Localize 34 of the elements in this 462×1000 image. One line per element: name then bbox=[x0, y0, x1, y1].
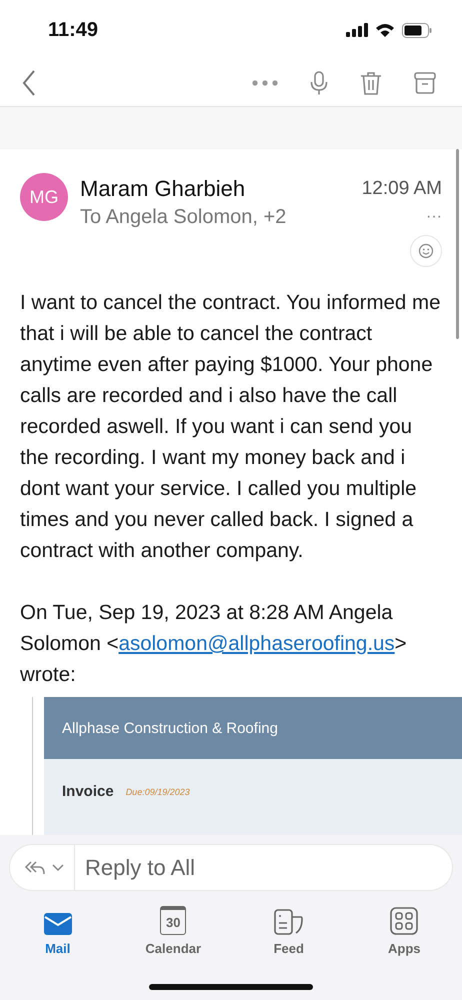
wifi-icon bbox=[375, 23, 395, 37]
back-icon[interactable] bbox=[22, 70, 36, 96]
smiley-icon bbox=[418, 243, 434, 259]
message-time: 12:09 AM bbox=[362, 177, 442, 201]
microphone-icon[interactable] bbox=[310, 71, 328, 95]
more-button[interactable]: ··· bbox=[362, 209, 442, 225]
reply-field[interactable]: Reply to All bbox=[75, 854, 452, 882]
recipients: To Angela Solomon, +2 bbox=[80, 205, 288, 230]
envelope-icon bbox=[44, 913, 72, 935]
signal-icon bbox=[346, 23, 368, 37]
tab[interactable]: 30 Calendar bbox=[133, 904, 214, 956]
archive-icon[interactable] bbox=[414, 72, 436, 94]
tab[interactable]: Feed bbox=[248, 904, 329, 956]
tab[interactable]: Apps bbox=[364, 904, 444, 956]
due-date: Due:09/19/2023 bbox=[126, 787, 190, 797]
reply-bar[interactable]: Reply to All bbox=[10, 845, 452, 890]
battery-icon bbox=[402, 22, 432, 38]
feed-icon bbox=[274, 909, 304, 935]
more-icon[interactable] bbox=[252, 80, 278, 86]
reply-all-icon bbox=[24, 860, 46, 876]
caret-icon bbox=[52, 864, 64, 872]
status-time: 11:49 bbox=[48, 18, 98, 42]
avatar: MG bbox=[20, 173, 68, 221]
email-link[interactable]: asolomon@allphaseroofing.us bbox=[118, 632, 395, 655]
sender-name: Maram Gharbieh bbox=[80, 175, 246, 203]
reaction-button[interactable] bbox=[410, 235, 442, 267]
quote-header: On Tue, Sep 19, 2023 at 8:28 AM Angela Solomon <asolomon@allphaseroofing.us> wrote: bbox=[20, 600, 408, 688]
tab[interactable]: Mail bbox=[18, 904, 98, 956]
trash-icon[interactable] bbox=[360, 71, 382, 95]
invoice-label: Invoice bbox=[62, 783, 114, 800]
company-banner: Allphase Construction & Roofing bbox=[44, 697, 462, 759]
calendar-icon: 30 bbox=[160, 906, 186, 935]
message-body: I want to cancel the contract. You informed me that i will be able to cancel the contract anytime even after paying $1000. Your phone calls are recorded and i also have the call recorded aswell. If you want i can send you the recording. I want my money back and i dont want your service. I called you multiple times and you never called back. I signed a contract with another company. bbox=[20, 290, 442, 564]
apps-icon bbox=[390, 907, 418, 935]
